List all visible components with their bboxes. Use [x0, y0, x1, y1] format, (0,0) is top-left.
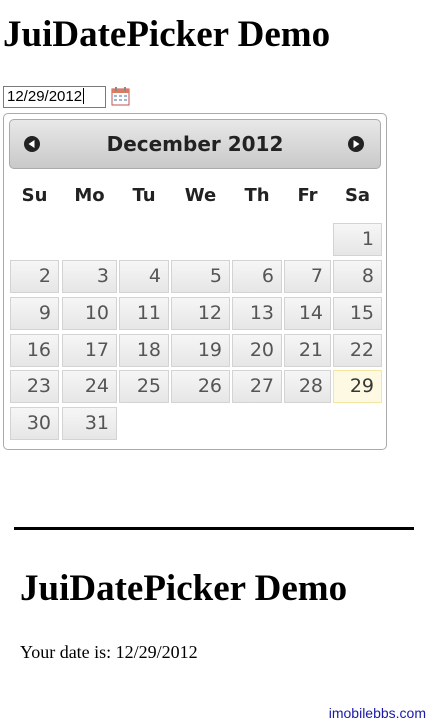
day-cell[interactable]: 17 [62, 334, 117, 367]
text-caret [83, 88, 85, 104]
result-heading: JuiDatePicker Demo [20, 568, 348, 609]
day-cell[interactable]: 16 [10, 334, 59, 367]
day-cell[interactable]: 23 [10, 370, 59, 403]
day-cell[interactable]: 8 [333, 260, 382, 293]
calendar-icon[interactable] [111, 86, 130, 106]
day-cell[interactable]: 13 [232, 297, 282, 330]
day-cell[interactable]: 6 [232, 260, 282, 293]
day-cell[interactable]: 21 [284, 334, 331, 367]
page-title: JuiDatePicker Demo [3, 14, 331, 55]
footer-watermark: imobilebbs.com [328, 705, 426, 721]
day-cell-selected[interactable]: 29 [333, 370, 382, 403]
day-cell[interactable]: 15 [333, 297, 382, 330]
day-cell[interactable]: 2 [10, 260, 59, 293]
date-input-value: 12/29/2012 [7, 88, 83, 105]
month-year-title: December 2012 [106, 132, 284, 156]
day-cell[interactable]: 18 [119, 334, 169, 367]
date-input[interactable]: 12/29/2012 [3, 86, 106, 108]
day-cell[interactable]: 10 [62, 297, 117, 330]
result-text: Your date is: 12/29/2012 [20, 642, 198, 662]
day-cell[interactable]: 12 [171, 297, 230, 330]
weekday-header: Fr [297, 185, 318, 206]
day-cell[interactable]: 19 [171, 334, 230, 367]
weekday-header: Th [244, 185, 270, 206]
day-cell[interactable]: 14 [284, 297, 331, 330]
day-cell[interactable]: 5 [171, 260, 230, 293]
day-cell[interactable]: 3 [62, 260, 117, 293]
day-cell[interactable]: 25 [119, 370, 169, 403]
datepicker-header: December 2012 [9, 119, 381, 169]
day-cell[interactable]: 26 [171, 370, 230, 403]
day-cell[interactable]: 31 [62, 407, 117, 440]
circle-triangle-right-icon[interactable] [346, 134, 366, 154]
day-cell[interactable]: 9 [10, 297, 59, 330]
day-cell[interactable]: 24 [62, 370, 117, 403]
day-cell[interactable]: 11 [119, 297, 169, 330]
day-cell[interactable]: 4 [119, 260, 169, 293]
day-cell[interactable]: 30 [10, 407, 59, 440]
day-cell[interactable]: 20 [232, 334, 282, 367]
day-cell[interactable]: 22 [333, 334, 382, 367]
weekday-header: Su [21, 185, 48, 206]
datepicker-popup: December 2012 Su Mo Tu We Th Fr Sa 1 2 3 4 5 6 7 8 9 10… [3, 113, 387, 450]
weekday-header: Sa [344, 185, 371, 206]
day-cell[interactable]: 1 [333, 223, 382, 256]
weekday-header: Mo [74, 185, 105, 206]
day-cell[interactable]: 27 [232, 370, 282, 403]
day-cell[interactable]: 28 [284, 370, 331, 403]
day-cell[interactable]: 7 [284, 260, 331, 293]
horizontal-rule [14, 527, 414, 530]
weekday-header: Tu [132, 185, 156, 206]
weekday-header: We [184, 185, 217, 206]
